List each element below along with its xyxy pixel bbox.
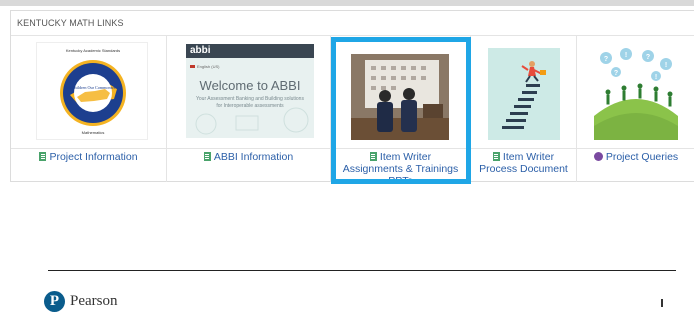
- classroom-photo-thumbnail[interactable]: [351, 54, 449, 140]
- pearson-wordmark: Pearson: [70, 292, 118, 309]
- tile-caption-link[interactable]: Project Queries: [577, 151, 694, 163]
- tile-project-queries[interactable]: ?!? !?! Project Queries: [577, 36, 694, 182]
- tile-caption-link[interactable]: ABBI Information: [167, 151, 330, 163]
- seal-bottom-text: Mathematics: [82, 130, 105, 135]
- tile-abbi-information[interactable]: abbi English (US) Welcome to ABBI Your A…: [167, 36, 331, 182]
- svg-text:!: !: [625, 52, 627, 59]
- queries-thumbnail[interactable]: ?!? !?!: [594, 46, 678, 140]
- tile-caption-link[interactable]: Project Information: [11, 151, 166, 163]
- tile-caption-divider: [577, 148, 694, 149]
- tile-item-writer-process-document[interactable]: Item Writer Process Document: [471, 36, 577, 182]
- people-on-globe-illustration: ?!? !?!: [594, 48, 678, 140]
- tile-label[interactable]: Item Writer Assignments & Trainings PPTs: [343, 151, 459, 187]
- query-icon: [593, 152, 603, 161]
- abbi-pattern: [195, 107, 309, 135]
- footer-divider: [48, 270, 676, 271]
- seal-center-text: Our Children Our Commonwealth: [64, 85, 122, 90]
- tile-caption-divider: [167, 148, 330, 149]
- tile-caption-divider: [331, 148, 470, 149]
- tile-label[interactable]: Project Queries: [606, 151, 678, 163]
- svg-text:!: !: [665, 62, 667, 69]
- pearson-brand: P Pearson: [44, 289, 118, 313]
- document-icon: [369, 152, 377, 161]
- tile-project-information[interactable]: Kentucky Academic Standards Our Children…: [11, 36, 167, 182]
- seal-top-text: Kentucky Academic Standards: [66, 48, 120, 53]
- svg-text:?: ?: [614, 70, 618, 77]
- svg-text:?: ?: [604, 56, 608, 63]
- document-icon: [203, 152, 211, 161]
- tile-caption-divider: [471, 148, 576, 149]
- tile-label[interactable]: Project Information: [49, 151, 137, 163]
- abbi-thumbnail[interactable]: abbi English (US) Welcome to ABBI Your A…: [186, 44, 314, 138]
- tile-caption-link[interactable]: Item Writer Assignments & Trainings PPTs: [331, 151, 470, 187]
- kentucky-seal-thumbnail[interactable]: Kentucky Academic Standards Our Children…: [36, 42, 148, 140]
- tile-caption-divider: [11, 148, 166, 149]
- page-marker: [661, 299, 663, 307]
- tile-caption-link[interactable]: Item Writer Process Document: [471, 151, 576, 175]
- tile-item-writer-assignments[interactable]: Item Writer Assignments & Trainings PPTs: [331, 36, 471, 187]
- document-icon: [492, 152, 500, 161]
- svg-text:!: !: [655, 74, 657, 81]
- link-tiles: Kentucky Academic Standards Our Children…: [11, 36, 694, 187]
- document-icon: [39, 152, 47, 161]
- panel-title: KENTUCKY MATH LINKS: [17, 18, 124, 28]
- kentucky-seal-image: Kentucky Academic Standards Our Children…: [60, 48, 126, 135]
- staircase-thumbnail[interactable]: [488, 48, 560, 140]
- tile-label[interactable]: ABBI Information: [214, 151, 293, 163]
- pearson-logo-icon: P: [44, 290, 65, 312]
- staircase-illustration: [488, 48, 560, 140]
- kentucky-math-links-panel: KENTUCKY MATH LINKS Kentucky Academic St…: [10, 10, 694, 187]
- children-at-board-photo: [351, 54, 449, 140]
- top-divider: [0, 0, 694, 6]
- svg-text:?: ?: [646, 54, 650, 61]
